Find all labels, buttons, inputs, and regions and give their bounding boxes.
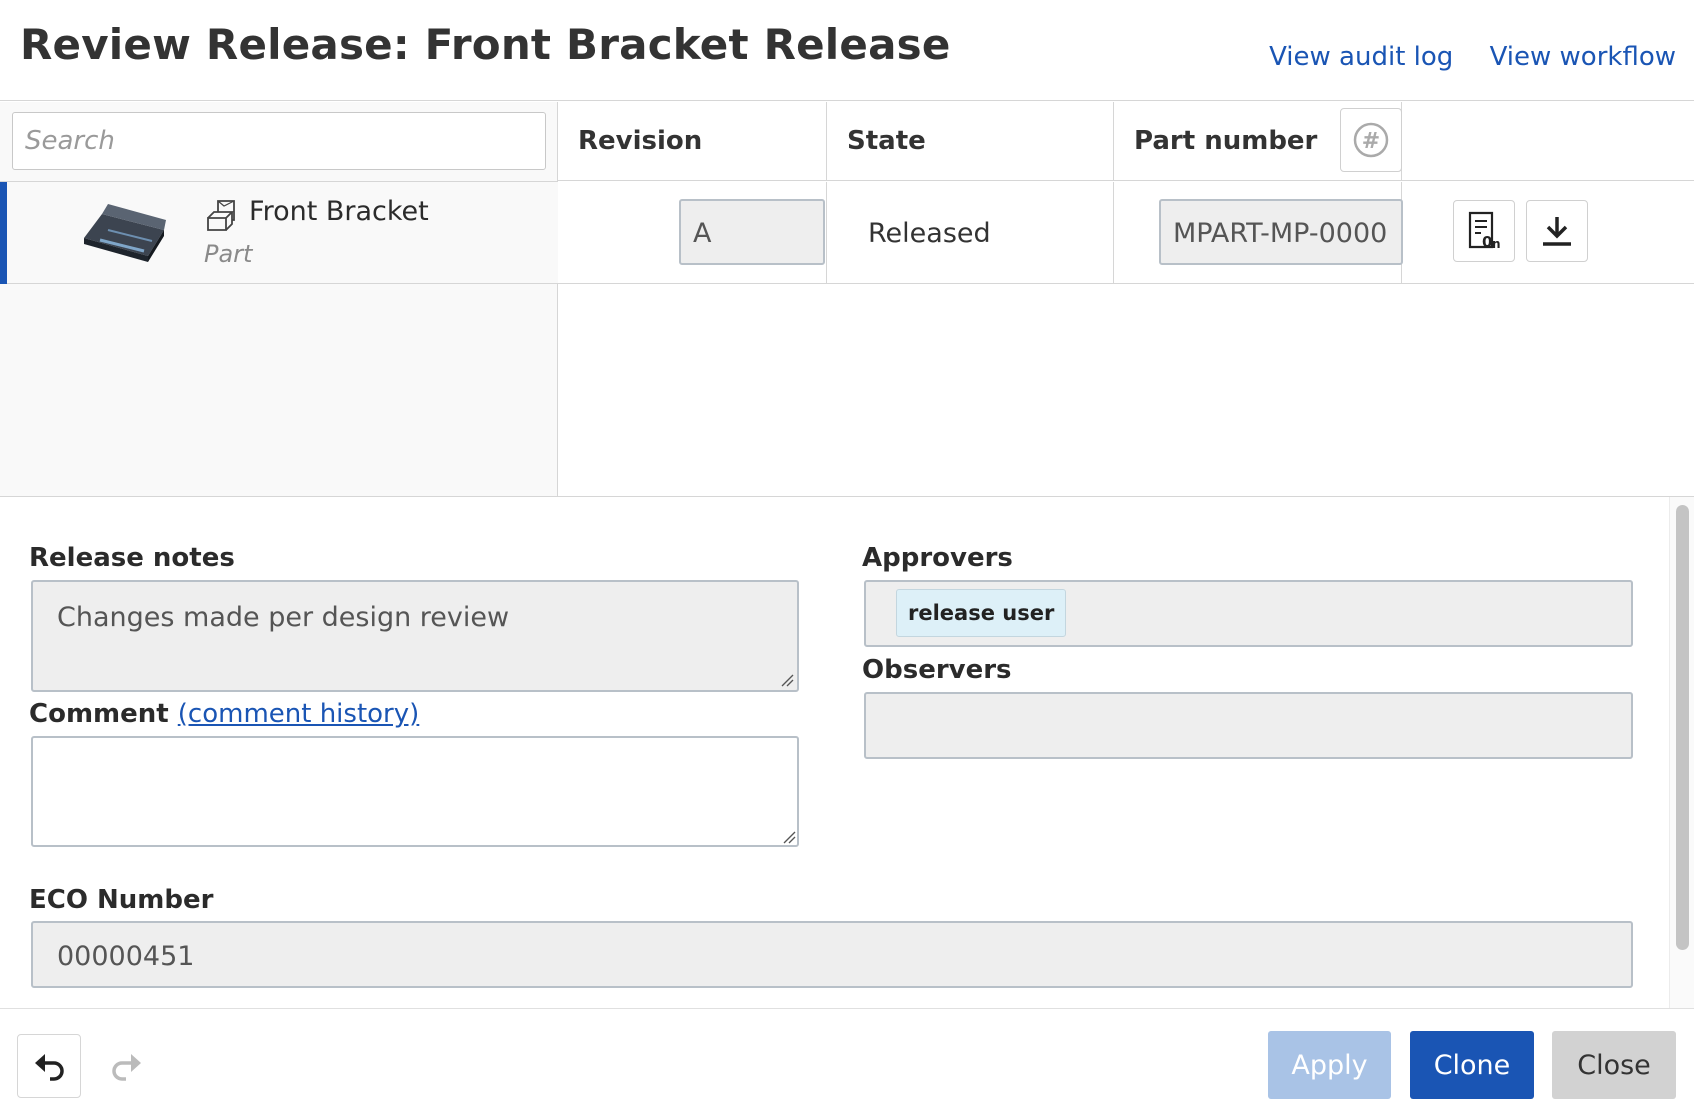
resize-handle-icon[interactable] [780, 673, 794, 687]
items-list-pane: Front Bracket Part [0, 102, 558, 497]
list-item[interactable]: Front Bracket Part [0, 182, 558, 284]
document-properties-icon: 0 n [1468, 211, 1501, 251]
release-notes-value: Changes made per design review [57, 602, 510, 633]
column-header-revision[interactable]: Revision [558, 102, 827, 181]
approvers-label: Approvers [862, 543, 1013, 573]
redo-icon [112, 1054, 141, 1081]
header-links: View audit log View workflow [1241, 42, 1676, 72]
page-title: Review Release: Front Bracket Release [20, 20, 951, 69]
comment-field[interactable] [31, 736, 799, 847]
clone-button[interactable]: Clone [1410, 1031, 1534, 1099]
download-icon [1543, 217, 1571, 246]
table-row: A Released MPART-MP-0000 0 n [558, 182, 1694, 284]
approvers-field[interactable]: release user [864, 580, 1633, 647]
part-number-field[interactable]: MPART-MP-0000 [1159, 199, 1403, 265]
properties-button[interactable]: 0 n [1453, 200, 1515, 262]
resize-handle-icon[interactable] [782, 830, 796, 844]
svg-text:#: # [1362, 129, 1380, 154]
dialog-footer: Apply Clone Close [0, 1008, 1694, 1110]
comment-history-link[interactable]: (comment history) [178, 699, 420, 729]
apply-button[interactable]: Apply [1268, 1031, 1391, 1099]
dialog-header: Review Release: Front Bracket Release Vi… [0, 0, 1694, 101]
redo-button[interactable] [95, 1034, 159, 1098]
release-notes-field[interactable]: Changes made per design review [31, 580, 799, 692]
items-grid: Revision State Part number # A Released … [558, 102, 1694, 497]
eco-number-field[interactable]: 00000451 [31, 921, 1633, 988]
release-notes-label: Release notes [29, 543, 235, 573]
part-thumbnail [84, 204, 166, 262]
view-workflow-link[interactable]: View workflow [1490, 42, 1676, 72]
undo-button[interactable] [17, 1034, 81, 1098]
eco-number-value: 00000451 [57, 941, 195, 972]
selection-indicator [0, 182, 7, 284]
search-input[interactable] [12, 112, 546, 170]
form-scrollbar[interactable] [1669, 497, 1694, 1009]
observers-label: Observers [862, 655, 1012, 685]
scrollbar-thumb[interactable] [1676, 505, 1689, 950]
observers-field[interactable] [864, 692, 1633, 759]
download-button[interactable] [1526, 200, 1588, 262]
part-number-header-label: Part number [1134, 126, 1318, 156]
close-button[interactable]: Close [1552, 1031, 1676, 1099]
comment-field-wrap [31, 736, 799, 847]
part-number-generate-icon: # [1353, 122, 1389, 158]
column-header-actions [1402, 102, 1694, 181]
part-icon [207, 200, 235, 231]
column-header-state[interactable]: State [827, 102, 1114, 181]
state-value: Released [868, 218, 991, 249]
comment-label-text: Comment [29, 699, 169, 729]
svg-text:0: 0 [1482, 233, 1492, 251]
part-type: Part [204, 240, 253, 268]
generate-part-number-button[interactable]: # [1340, 108, 1402, 172]
eco-number-label: ECO Number [29, 885, 214, 915]
undo-icon [35, 1054, 64, 1081]
revision-field[interactable]: A [679, 199, 825, 265]
svg-text:n: n [1492, 237, 1501, 251]
view-audit-log-link[interactable]: View audit log [1269, 42, 1453, 72]
comment-label: Comment (comment history) [29, 699, 419, 729]
approver-chip[interactable]: release user [896, 589, 1067, 637]
part-name: Front Bracket [249, 196, 429, 227]
